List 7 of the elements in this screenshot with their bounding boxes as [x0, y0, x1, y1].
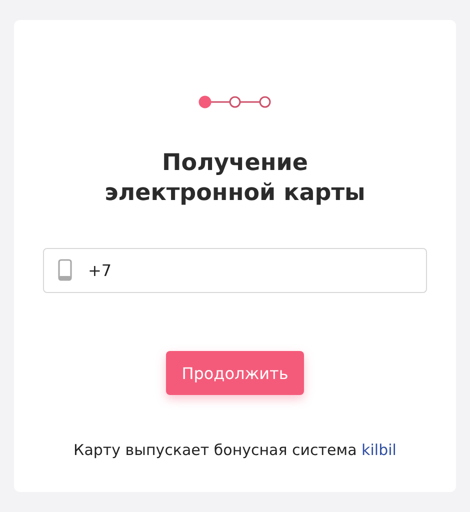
page-title: Получение электронной карты — [104, 149, 366, 208]
step-connector — [240, 101, 260, 103]
footer-text: Карту выпускает бонусная система kilbil — [74, 441, 396, 459]
phone-icon — [58, 259, 72, 281]
step-connector — [210, 101, 230, 103]
kilbil-link[interactable]: kilbil — [362, 441, 396, 459]
phone-input-field[interactable]: +7 — [43, 248, 427, 293]
